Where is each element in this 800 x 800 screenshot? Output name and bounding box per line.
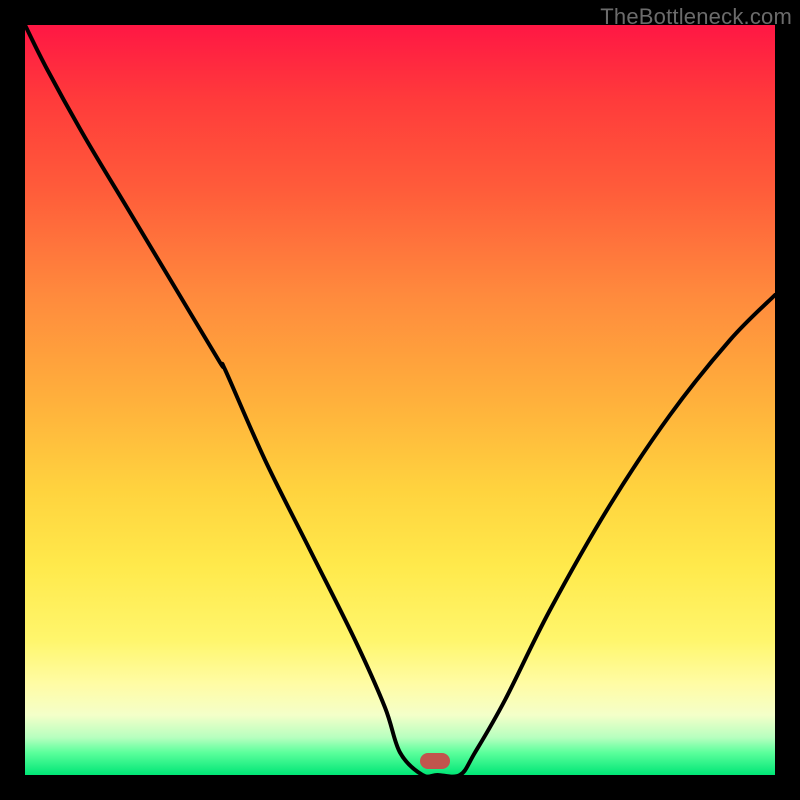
plot-area [25,25,775,775]
chart-frame: TheBottleneck.com [0,0,800,800]
bottleneck-curve [25,25,775,775]
curve-path [25,25,775,777]
optimal-marker [420,753,450,769]
